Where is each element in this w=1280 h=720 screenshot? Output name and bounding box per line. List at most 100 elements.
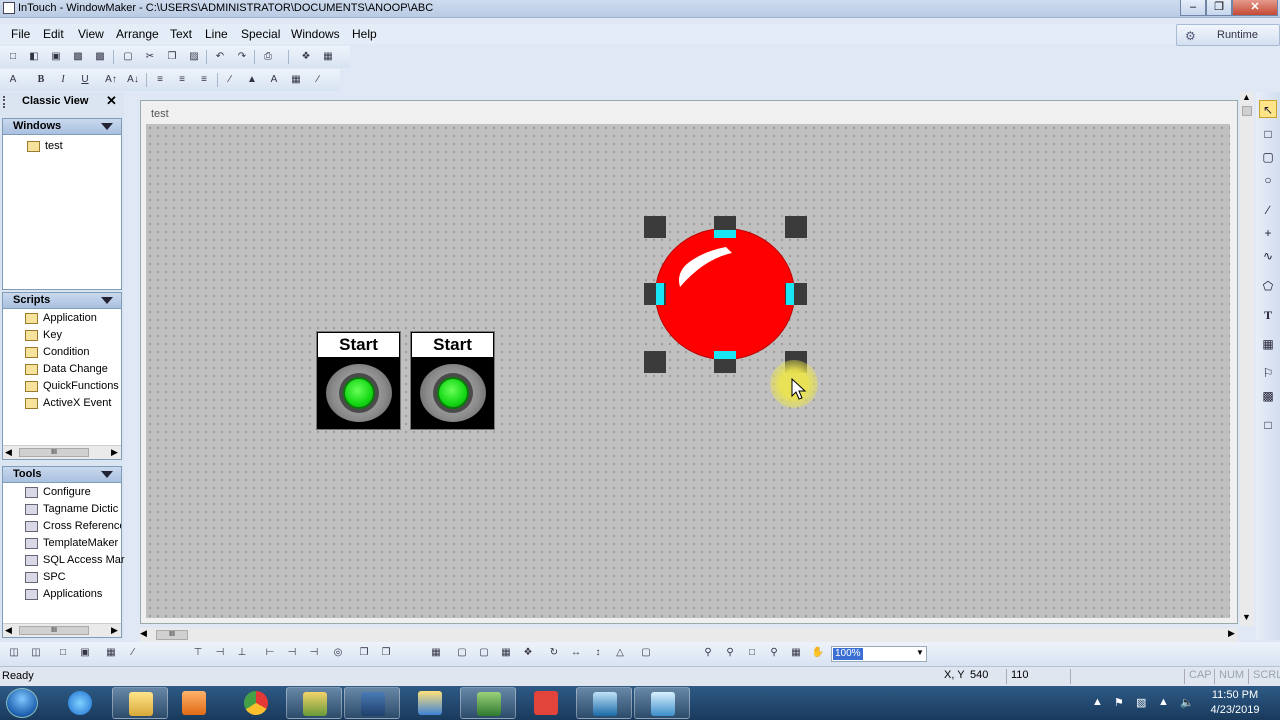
wizard-tool-icon[interactable]: □ (1259, 416, 1277, 434)
flip-h-icon[interactable]: ↔ (568, 645, 584, 660)
full-screen-icon[interactable]: □ (55, 645, 71, 660)
copy-icon[interactable]: ❐ (164, 49, 180, 64)
grid-icon[interactable]: ▦ (103, 645, 119, 660)
taskbar-explorer[interactable] (112, 687, 168, 719)
zoom-select[interactable]: 100% ▼ (831, 646, 927, 662)
close-window-icon[interactable]: ▣ (48, 49, 64, 64)
zoom-select-icon[interactable]: ⚲ (766, 645, 782, 660)
reshape-point-left[interactable] (656, 283, 664, 305)
menu-file[interactable]: File (11, 27, 30, 41)
start-button-1[interactable]: Start (316, 331, 401, 430)
scripts-section-header[interactable]: Scripts (3, 293, 121, 309)
reshape-point-top[interactable] (714, 230, 736, 238)
scroll-left-icon[interactable]: ◀ (140, 628, 147, 639)
ungroup-icon[interactable]: ▢ (476, 645, 492, 660)
runtime-button[interactable]: ⚙ Runtime (1176, 24, 1280, 46)
network-icon[interactable]: ▲ (1158, 696, 1169, 708)
fill-color-icon[interactable]: ▲ (244, 72, 260, 87)
scroll-up-icon[interactable]: ▲ (1242, 92, 1251, 102)
make-cell-icon[interactable]: ▦ (498, 645, 514, 660)
taskbar-app-6[interactable] (460, 687, 516, 719)
script-item-application[interactable]: Application (25, 311, 121, 327)
canvas-vscrollbar[interactable]: ▲ ▼ (1240, 92, 1254, 626)
tool-item-sql-access[interactable]: SQL Access Mar (11, 553, 125, 569)
scroll-down-icon[interactable]: ▼ (1242, 612, 1251, 622)
bold-icon[interactable]: B (33, 72, 49, 87)
selection-handle-tr[interactable] (785, 216, 807, 238)
align-left-icon[interactable]: ≡ (152, 72, 168, 87)
script-item-condition[interactable]: Condition (25, 345, 121, 361)
panel-grip-icon[interactable] (3, 96, 7, 108)
scroll-thumb[interactable]: III (19, 448, 89, 457)
space-horizontal-icon[interactable]: ▦ (428, 645, 444, 660)
line-tool-icon[interactable]: ∕ (1259, 201, 1277, 219)
script-item-data-change[interactable]: Data Change (25, 362, 121, 378)
reshape-point-right[interactable] (786, 283, 794, 305)
start-button-2[interactable]: Start (410, 331, 495, 430)
selection-handle-tl[interactable] (644, 216, 666, 238)
text-color-icon[interactable]: A (266, 72, 282, 87)
safely-remove-icon[interactable]: ▧ (1136, 696, 1146, 709)
start-menu-button[interactable] (6, 688, 38, 718)
font-icon[interactable]: A (5, 72, 21, 87)
window-color-icon[interactable]: ▦ (288, 72, 304, 87)
wizard-icon[interactable]: ❖ (298, 49, 314, 64)
group-icon[interactable]: ▢ (454, 645, 470, 660)
collapse-arrow-icon[interactable] (101, 123, 113, 130)
tools-hscrollbar[interactable]: ◀ III ▶ (3, 623, 121, 637)
reshape-icon[interactable]: △ (612, 645, 628, 660)
taskbar-windowmaker[interactable] (344, 687, 400, 719)
smooth-icon[interactable]: ▢ (638, 645, 654, 660)
scripts-hscrollbar[interactable]: ◀ III ▶ (3, 445, 121, 459)
collapse-arrow-icon[interactable] (101, 297, 113, 304)
collapse-arrow-icon[interactable] (101, 471, 113, 478)
scroll-left-icon[interactable]: ◀ (5, 625, 12, 636)
scroll-thumb[interactable]: III (156, 630, 188, 640)
save-icon[interactable]: ▩ (70, 49, 86, 64)
menu-line[interactable]: Line (205, 27, 228, 41)
polyline-tool-icon[interactable]: ∿ (1259, 247, 1277, 265)
rotate-icon[interactable]: ↻ (546, 645, 562, 660)
scroll-right-icon[interactable]: ▶ (111, 447, 118, 458)
align-left-objects-icon[interactable]: ⊢ (262, 645, 278, 660)
red-lamp-object[interactable] (655, 228, 795, 360)
break-cell-icon[interactable]: ❖ (520, 645, 536, 660)
taskbar-intouch-app-manager[interactable] (286, 687, 342, 719)
tool-item-cross-reference[interactable]: Cross Reference (25, 519, 121, 535)
italic-icon[interactable]: I (55, 72, 71, 87)
zoom-window-icon[interactable]: □ (744, 645, 760, 660)
trend-tool-icon[interactable]: ⚐ (1259, 364, 1277, 382)
scroll-right-icon[interactable]: ▶ (111, 625, 118, 636)
button-tool-icon[interactable]: ▩ (1259, 387, 1277, 405)
taskbar-media-player[interactable] (166, 687, 222, 719)
tool-item-applications[interactable]: Applications (11, 587, 121, 603)
ellipse-tool-icon[interactable]: ○ (1259, 171, 1277, 189)
enlarge-font-icon[interactable]: A↑ (103, 72, 119, 87)
canvas-hscrollbar[interactable]: ◀ III ▶ (140, 628, 1238, 642)
window-fit-icon[interactable]: ▣ (77, 645, 93, 660)
align-bottom-icon[interactable]: ⊥ (234, 645, 250, 660)
reshape-point-bottom[interactable] (714, 351, 736, 359)
taskbar-anydesk[interactable] (518, 687, 574, 719)
show-hidden-icons-icon[interactable]: ▲ (1092, 696, 1103, 708)
chevron-down-icon[interactable]: ▼ (916, 648, 924, 657)
design-canvas[interactable] (146, 124, 1230, 618)
align-center-icon[interactable]: ≡ (174, 72, 190, 87)
tool-item-configure[interactable]: Configure (25, 485, 121, 501)
taskbar-chrome[interactable] (228, 687, 284, 719)
menu-windows[interactable]: Windows (291, 27, 340, 41)
menu-edit[interactable]: Edit (43, 27, 64, 41)
select-tool-icon[interactable]: ↖ (1259, 100, 1277, 118)
underline-icon[interactable]: U (77, 72, 93, 87)
menu-text[interactable]: Text (170, 27, 192, 41)
taskbar-app-9[interactable] (634, 687, 690, 719)
scroll-thumb[interactable] (1242, 106, 1252, 116)
clock-time[interactable]: 11:50 PM (1203, 689, 1267, 701)
action-center-icon[interactable]: ⚑ (1114, 696, 1124, 709)
window-item-test[interactable]: test (27, 139, 117, 155)
align-right-icon[interactable]: ≡ (196, 72, 212, 87)
align-centers-icon[interactable]: ◎ (330, 645, 346, 660)
script-item-quickfunctions[interactable]: QuickFunctions (25, 379, 121, 395)
rectangle-tool-icon[interactable]: □ (1259, 125, 1277, 143)
taskbar-app-5[interactable] (402, 687, 458, 719)
